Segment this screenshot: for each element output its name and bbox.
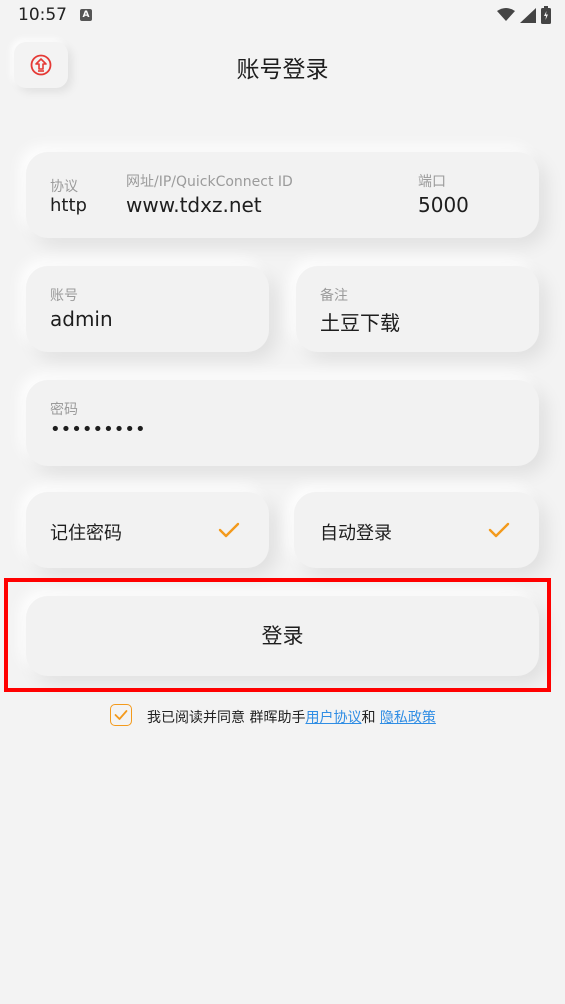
remember-password-label: 记住密码 <box>50 523 122 544</box>
auto-login-toggle[interactable]: 自动登录 <box>294 492 539 568</box>
password-value: ••••••••• <box>50 419 146 440</box>
note-value: 土豆下载 <box>320 311 400 335</box>
note-label: 备注 <box>320 288 348 304</box>
username-field[interactable]: 账号 admin <box>26 266 269 352</box>
password-field[interactable]: 密码 ••••••••• <box>26 380 539 466</box>
username-label: 账号 <box>50 288 78 304</box>
battery-icon <box>541 6 551 24</box>
status-icons <box>497 6 551 24</box>
agreement-checkbox[interactable] <box>110 704 132 726</box>
address-value: www.tdxz.net <box>126 193 262 217</box>
notification-icon: A <box>80 9 92 21</box>
address-field[interactable]: 网址/IP/QuickConnect ID www.tdxz.net <box>122 152 402 238</box>
protocol-label: 协议 <box>50 179 78 195</box>
check-icon <box>114 710 128 720</box>
server-card: 协议 http 网址/IP/QuickConnect ID www.tdxz.n… <box>26 152 539 238</box>
check-icon <box>218 522 240 538</box>
user-agreement-link[interactable]: 用户协议 <box>305 710 361 726</box>
protocol-selector[interactable]: 协议 http <box>26 152 116 238</box>
privacy-policy-link[interactable]: 隐私政策 <box>380 710 436 726</box>
wifi-icon <box>497 8 515 21</box>
agreement-prefix: 我已阅读并同意 群晖助手 <box>147 710 306 726</box>
address-label: 网址/IP/QuickConnect ID <box>126 174 293 190</box>
agreement-and: 和 <box>361 710 380 726</box>
note-field[interactable]: 备注 土豆下载 <box>296 266 539 352</box>
signal-icon <box>520 7 536 23</box>
port-value: 5000 <box>418 193 469 217</box>
port-label: 端口 <box>418 174 446 190</box>
protocol-value: http <box>50 195 87 216</box>
password-label: 密码 <box>50 402 78 418</box>
port-field[interactable]: 端口 5000 <box>414 152 534 238</box>
agreement-text: 我已阅读并同意 群晖助手用户协议和 隐私政策 <box>147 707 436 727</box>
status-bar: 10:57 A <box>0 0 565 32</box>
check-icon <box>488 522 510 538</box>
username-value: admin <box>50 307 113 331</box>
auto-login-label: 自动登录 <box>320 523 392 544</box>
remember-password-toggle[interactable]: 记住密码 <box>26 492 269 568</box>
highlight-box <box>4 578 551 692</box>
page-title: 账号登录 <box>236 57 329 83</box>
status-time: 10:57 <box>18 5 67 25</box>
